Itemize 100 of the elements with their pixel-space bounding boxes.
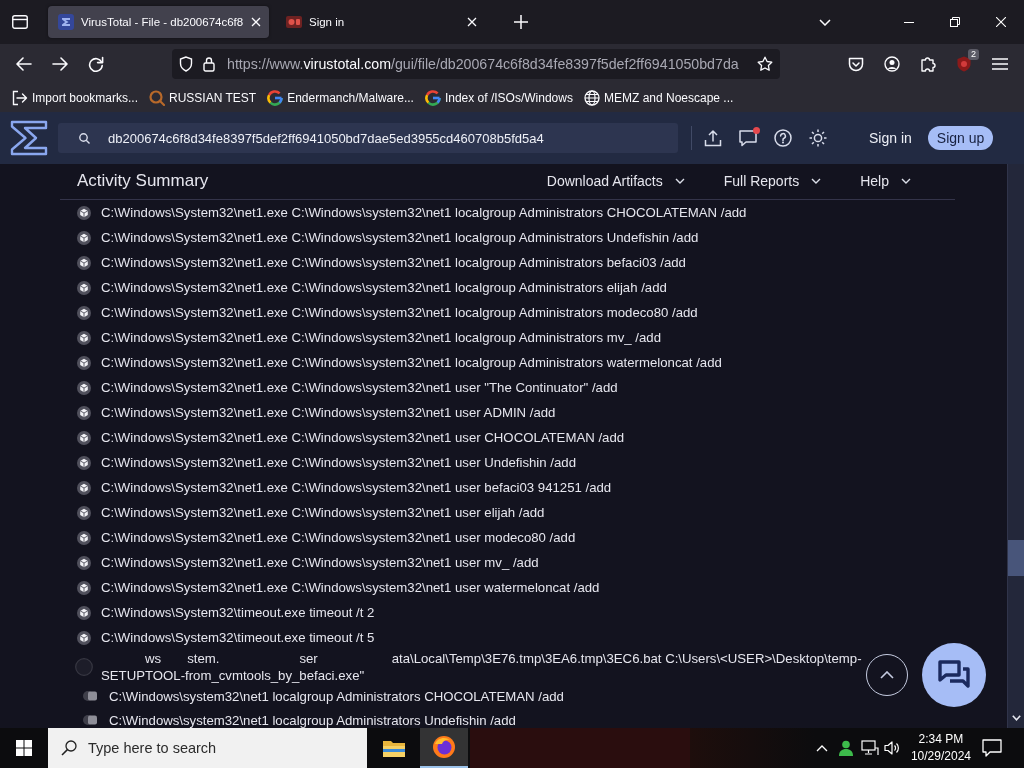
pocket-icon[interactable] — [848, 56, 864, 72]
command-text: SETUPTOOL-from_cvmtools_by_befaci.exe" — [101, 667, 366, 684]
sun-icon[interactable] — [809, 129, 827, 147]
star-icon[interactable] — [757, 56, 773, 72]
network-icon[interactable] — [860, 740, 879, 756]
cube-icon — [77, 230, 91, 245]
cube-icon — [77, 455, 91, 470]
command-text: C:\Windows\System32\net1.exe C:\Windows\system32\net1 user watermeloncat /add — [101, 580, 600, 595]
command-text: C:\Windows\System32\net1.exe C:\Windows\system32\net1 localgroup Administrators Undefishin /add — [101, 230, 699, 245]
shield-icon[interactable] — [179, 56, 193, 72]
favicon-icon — [149, 90, 166, 106]
sign-up-button[interactable]: Sign up — [927, 126, 994, 150]
command-text: stem. — [187, 650, 220, 667]
command-text: C:\Windows\system32\net1 localgroup Administrators Undefishin /add — [109, 712, 516, 728]
extension-badge: 2 — [968, 49, 979, 60]
scrollbar-thumb[interactable] — [1008, 540, 1024, 576]
cube-icon — [77, 580, 91, 595]
cube-icon — [77, 280, 91, 295]
cube-icon — [77, 605, 91, 620]
circle-icon — [75, 658, 93, 676]
close-icon[interactable] — [467, 17, 477, 27]
favicon-icon — [267, 90, 284, 106]
address-field[interactable]: https://www.virustotal.com/gui/file/db200674c6f8d34fe8397f5def2ff6941050bd7da — [172, 49, 780, 79]
cube-icon — [77, 530, 91, 545]
dropdown-menu[interactable]: Help — [860, 172, 911, 189]
notification-icon[interactable] — [982, 739, 1002, 757]
reload-icon[interactable] — [88, 56, 104, 72]
lock-icon[interactable] — [203, 56, 215, 72]
command-text: C:\Windows\System32\net1.exe C:\Windows\system32\net1 user CHOCOLATEMAN /add — [101, 430, 625, 445]
chevron-down-icon — [811, 177, 822, 184]
command-text: C:\Windows\System32\net1.exe C:\Windows\system32\net1 localgroup Administrators befaci03 /add — [101, 255, 686, 270]
sign-in-link[interactable]: Sign in — [869, 130, 912, 146]
help-icon[interactable] — [774, 129, 792, 147]
taskbar-app[interactable] — [420, 728, 468, 768]
chevron-up-icon[interactable] — [815, 744, 828, 752]
bookmark-item[interactable]: RUSSIAN TEST — [149, 90, 257, 106]
back-icon[interactable] — [16, 57, 32, 71]
dropdown-menu[interactable]: Download Artifacts — [546, 172, 685, 189]
cube-icon — [77, 405, 91, 420]
command-text: C:\Windows\System32\timeout.exe timeout /t 2 — [101, 605, 375, 620]
command-text: C:\Windows\system32\net1 localgroup Administrators CHOCOLATEMAN /add — [109, 688, 564, 704]
close-icon[interactable] — [996, 17, 1006, 27]
command-text: C:\Windows\System32\net1.exe C:\Windows\system32\net1 localgroup Administrators watermeloncat /add — [101, 355, 722, 370]
command-text: ata\Local\Temp\3E76.tmp\3EA6.tmp\3EC6.bat C:\Users\<USER>\Desktop\temp- — [391, 650, 862, 667]
chevron-down-icon[interactable] — [1011, 715, 1021, 721]
command-text: C:\Windows\System32\net1.exe C:\Windows\system32\net1 localgroup Administrators modeco80 /add — [101, 305, 698, 320]
browser-tab[interactable]: VirusTotal - File - db200674c6f8 — [48, 6, 269, 38]
bookmark-item[interactable]: Endermanch/Malware... — [267, 90, 414, 106]
close-icon[interactable] — [251, 17, 261, 27]
forward-icon[interactable] — [52, 57, 68, 71]
restore-icon[interactable] — [950, 17, 960, 27]
command-text: C:\Windows\System32\net1.exe C:\Windows\system32\net1 localgroup Administrators elijah /add — [101, 280, 667, 295]
upload-icon[interactable] — [704, 129, 722, 147]
bracket-arrow-icon — [12, 90, 28, 106]
dropdown-menu[interactable]: Full Reports — [723, 172, 822, 189]
cube-icon — [77, 555, 91, 570]
tab-list-icon[interactable] — [12, 14, 28, 30]
circle-square-icon — [83, 713, 97, 727]
account-icon[interactable] — [884, 56, 900, 72]
command-text: C:\Windows\System32\timeout.exe timeout /t 5 — [101, 630, 375, 645]
menu-icon[interactable] — [992, 58, 1008, 70]
minimize-icon[interactable] — [904, 21, 914, 23]
chat-icon — [938, 660, 970, 690]
command-text: C:\Windows\System32\net1.exe C:\Windows\system32\net1 user "The Continuator" /add — [101, 380, 618, 395]
chevron-up-icon — [880, 671, 894, 679]
person-icon[interactable] — [837, 740, 854, 756]
folder-icon — [382, 738, 406, 758]
command-text: ws — [145, 650, 162, 667]
favicon-icon — [58, 14, 74, 30]
volume-icon[interactable] — [883, 740, 900, 756]
chat-icon[interactable] — [739, 129, 757, 147]
browser-tab[interactable]: Sign in — [276, 6, 485, 38]
bookmark-item[interactable]: Import bookmarks... — [12, 90, 139, 106]
search-icon — [61, 740, 77, 756]
command-text: C:\Windows\System32\net1.exe C:\Windows\system32\net1 localgroup Administrators mv_ /add — [101, 330, 661, 345]
windows-logo-icon[interactable] — [16, 740, 32, 756]
cube-icon — [77, 330, 91, 345]
cube-icon — [77, 255, 91, 270]
clock-time[interactable]: 2:34 PM — [910, 731, 971, 748]
clock-date[interactable]: 10/29/2024 — [910, 748, 971, 765]
bookmark-item[interactable]: MEMZ and Noescape ... — [583, 90, 734, 106]
section-title: Activity Summary — [77, 170, 210, 191]
puzzle-icon[interactable] — [920, 56, 936, 72]
search-field[interactable]: Type here to search — [48, 728, 367, 768]
cube-icon — [77, 205, 91, 220]
plus-icon[interactable] — [514, 15, 528, 29]
command-text: C:\Windows\System32\net1.exe C:\Windows\system32\net1 user mv_ /add — [101, 555, 539, 570]
command-text: C:\Windows\System32\net1.exe C:\Windows\system32\net1 localgroup Administrators CHOCOLATEMAN /add — [101, 205, 747, 220]
cube-icon — [77, 630, 91, 645]
logo-icon[interactable] — [10, 120, 48, 156]
globe-icon — [583, 90, 600, 106]
chevron-down-icon — [674, 177, 685, 184]
cube-icon — [77, 305, 91, 320]
search-field[interactable]: db200674c6f8d34fe8397f5def2ff6941050bd7dae5ed3955cd460708b5fd5a4 — [58, 123, 678, 153]
bookmark-item[interactable]: Index of /ISOs/Windows — [424, 90, 573, 106]
favicon-icon — [424, 90, 441, 106]
command-text: C:\Windows\System32\net1.exe C:\Windows\system32\net1 user elijah /add — [101, 505, 545, 520]
cube-icon — [77, 430, 91, 445]
scrollbar-track[interactable] — [1007, 164, 1024, 728]
browser-icon — [432, 735, 456, 759]
